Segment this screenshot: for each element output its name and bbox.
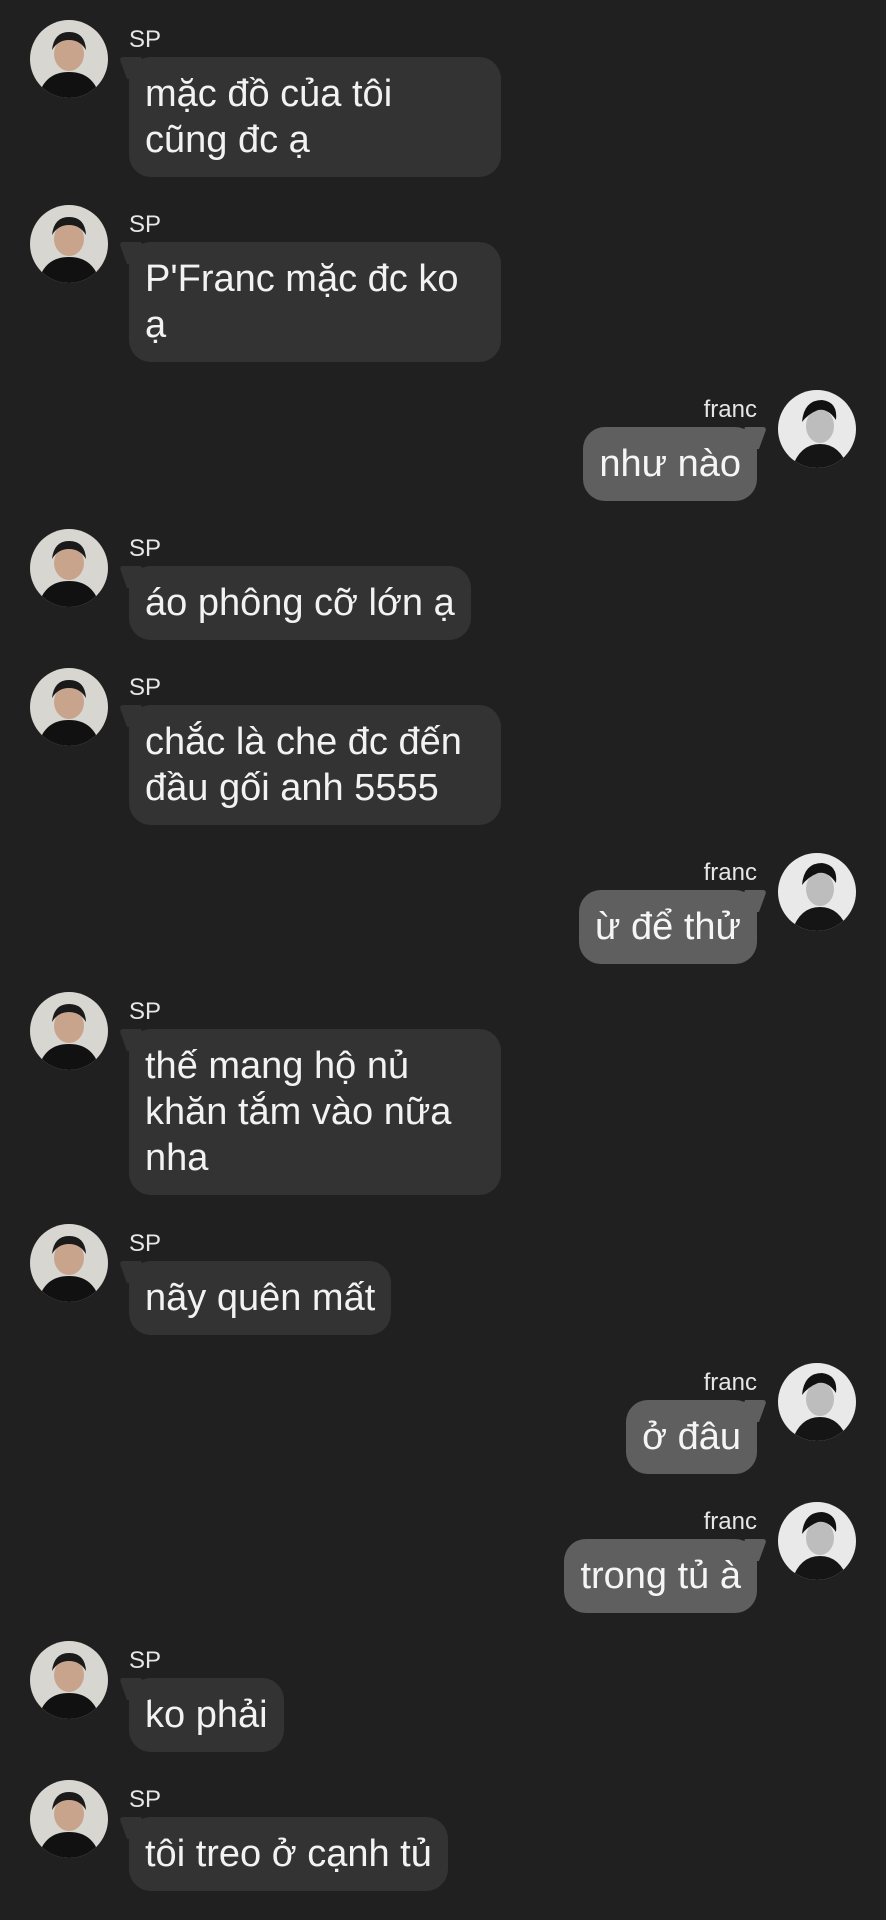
sp-avatar[interactable] <box>30 1641 108 1719</box>
sender-name: SP <box>129 211 162 238</box>
sp-avatar[interactable] <box>30 20 108 98</box>
franc-avatar[interactable] <box>778 853 856 931</box>
sender-name: SP <box>129 535 162 562</box>
sender-name: SP <box>129 674 162 701</box>
message-bubble[interactable]: ko phải <box>129 1678 284 1752</box>
message-bubble[interactable]: tôi treo ở cạnh tủ <box>129 1817 448 1891</box>
sp-avatar[interactable] <box>30 1224 108 1302</box>
message-bubble[interactable]: như nào <box>583 427 757 501</box>
message-bubble[interactable]: nãy quên mất <box>129 1261 392 1335</box>
message-bubble[interactable]: chắc là che đc đến đầu gối anh 5555 <box>129 705 501 825</box>
sp-avatar[interactable] <box>30 205 108 283</box>
sp-avatar[interactable] <box>30 529 108 607</box>
sender-name: franc <box>703 396 757 423</box>
sender-name: SP <box>129 1647 162 1674</box>
sender-name: SP <box>129 26 162 53</box>
sp-avatar[interactable] <box>30 668 108 746</box>
message-bubble[interactable]: ở đâu <box>626 1400 757 1474</box>
sender-name: SP <box>129 998 162 1025</box>
sp-avatar[interactable] <box>30 992 108 1070</box>
sender-name: SP <box>129 1786 162 1813</box>
franc-avatar[interactable] <box>778 1363 856 1441</box>
franc-avatar[interactable] <box>778 390 856 468</box>
sender-name: franc <box>703 859 757 886</box>
sp-avatar[interactable] <box>30 1780 108 1858</box>
message-bubble[interactable]: trong tủ à <box>564 1539 757 1613</box>
franc-avatar[interactable] <box>778 1502 856 1580</box>
message-bubble[interactable]: áo phông cỡ lớn ạ <box>129 566 471 640</box>
message-bubble[interactable]: mặc đồ của tôi cũng đc ạ <box>129 57 501 177</box>
sender-name: franc <box>703 1369 757 1396</box>
sender-name: franc <box>703 1508 757 1535</box>
sender-name: SP <box>129 1230 162 1257</box>
message-bubble[interactable]: thế mang hộ nủ khăn tắm vào nữa nha <box>129 1029 501 1195</box>
message-bubble[interactable]: ừ để thử <box>579 890 757 964</box>
message-bubble[interactable]: P'Franc mặc đc ko ạ <box>129 242 501 362</box>
